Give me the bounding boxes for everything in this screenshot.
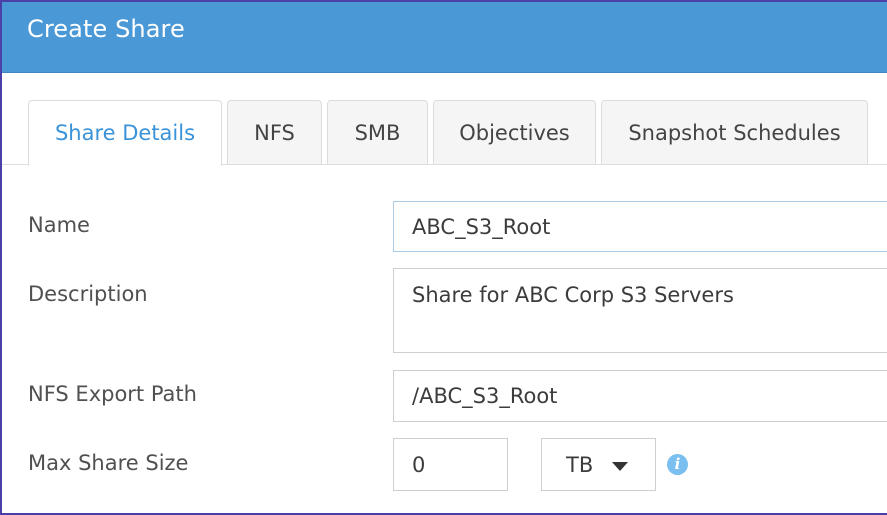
max-share-size-label: Max Share Size — [28, 451, 189, 475]
tab-smb[interactable]: SMB — [327, 100, 428, 164]
name-input[interactable] — [393, 201, 887, 252]
nfs-export-path-label: NFS Export Path — [28, 382, 197, 406]
tab-objectives[interactable]: Objectives — [433, 100, 596, 164]
caret-down-icon — [612, 462, 628, 471]
max-share-size-input[interactable] — [393, 438, 508, 491]
dialog-title: Create Share — [27, 15, 185, 43]
dialog-header: Create Share — [2, 2, 887, 73]
tab-nfs[interactable]: NFS — [227, 100, 322, 164]
nfs-export-path-input[interactable] — [393, 370, 887, 422]
description-label: Description — [28, 282, 148, 306]
tab-share-details[interactable]: Share Details — [28, 100, 222, 166]
size-unit-value: TB — [566, 453, 594, 477]
info-icon[interactable]: i — [667, 454, 688, 475]
name-label: Name — [28, 213, 90, 237]
create-share-dialog: Create Share Share Details NFS SMB Objec… — [0, 0, 887, 515]
size-unit-select[interactable]: TB — [541, 438, 656, 491]
tab-snapshot-schedules[interactable]: Snapshot Schedules — [601, 100, 868, 164]
description-textarea[interactable]: Share for ABC Corp S3 Servers — [393, 268, 887, 353]
